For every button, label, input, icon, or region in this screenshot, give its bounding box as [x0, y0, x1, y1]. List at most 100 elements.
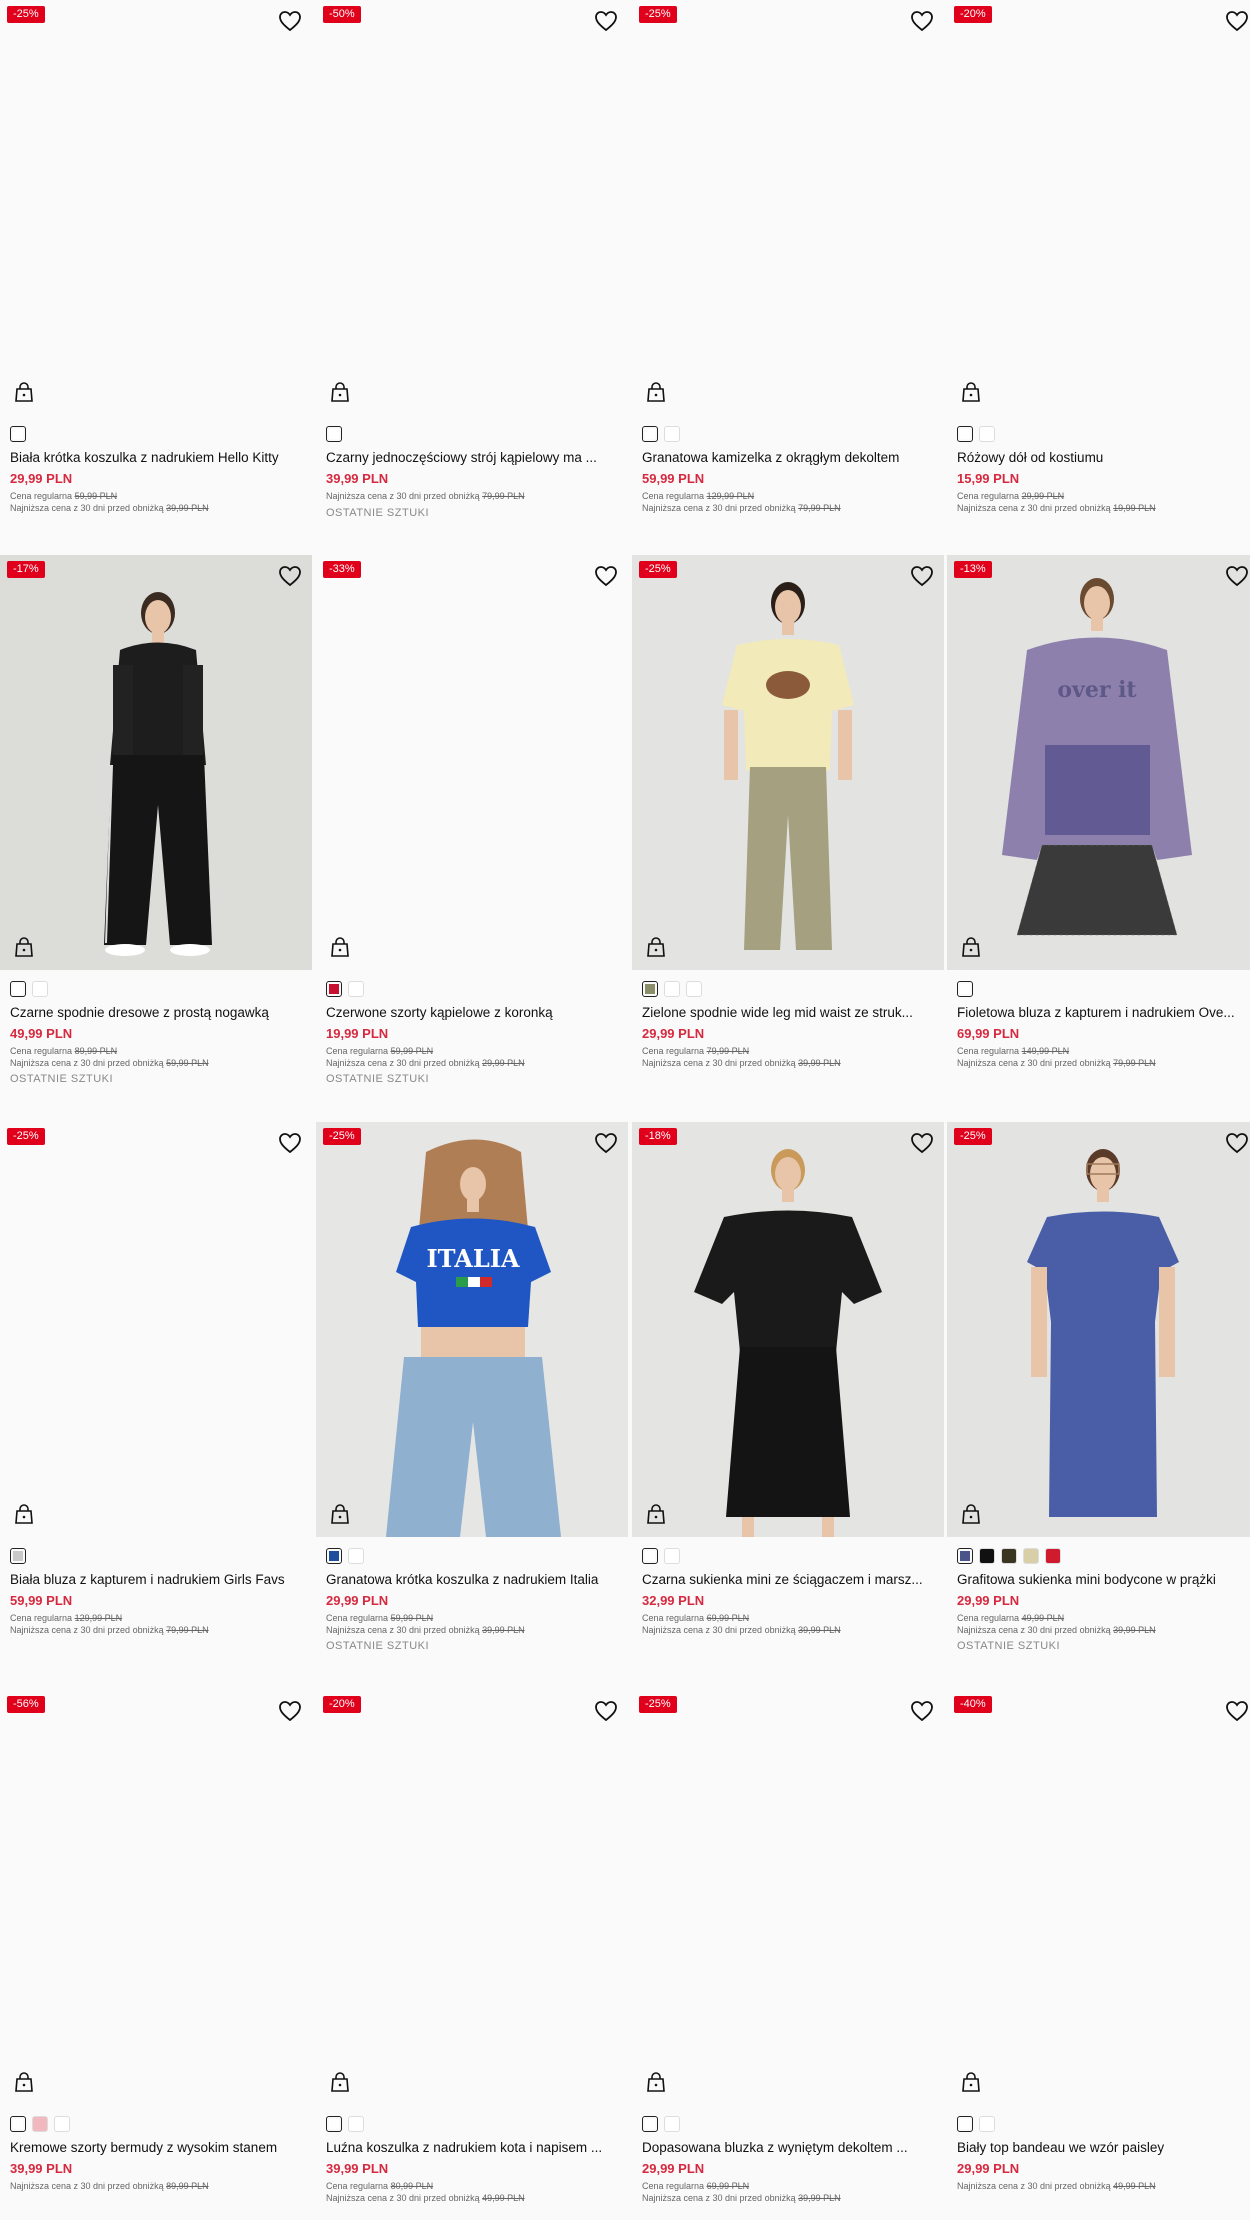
shopping-bag-icon[interactable] [330, 381, 350, 403]
color-swatch[interactable] [686, 981, 702, 997]
product-title[interactable]: Czarne spodnie dresowe z prostą nogawką [10, 1004, 308, 1021]
shopping-bag-icon[interactable] [330, 1503, 350, 1525]
color-swatch[interactable] [1023, 1548, 1039, 1564]
product-card[interactable]: -33% Czerwone szorty kąpielowe z koronką 1… [316, 555, 628, 1085]
product-image[interactable]: -25% [632, 0, 944, 415]
product-title[interactable]: Biała bluza z kapturem i nadrukiem Girls… [10, 1571, 308, 1588]
heart-icon[interactable] [1225, 10, 1249, 32]
product-title[interactable]: Dopasowana bluzka z wyniętym dekoltem ..… [642, 2139, 940, 2156]
product-title[interactable]: Fioletowa bluza z kapturem i nadrukiem O… [957, 1004, 1250, 1021]
product-title[interactable]: Granatowa krótka koszulka z nadrukiem It… [326, 1571, 624, 1588]
heart-icon[interactable] [594, 1700, 618, 1722]
product-title[interactable]: Biała krótka koszulka z nadrukiem Hello … [10, 449, 308, 466]
heart-icon[interactable] [594, 565, 618, 587]
color-swatch[interactable] [54, 2116, 70, 2132]
heart-icon[interactable] [278, 1132, 302, 1154]
color-swatch[interactable] [10, 981, 26, 997]
color-swatch[interactable] [326, 981, 342, 997]
color-swatch[interactable] [979, 426, 995, 442]
color-swatch[interactable] [957, 981, 973, 997]
product-card[interactable]: -25% Granatowa kamizelka z okrągłym dekol… [632, 0, 944, 513]
color-swatch[interactable] [957, 2116, 973, 2132]
color-swatch[interactable] [642, 1548, 658, 1564]
color-swatch[interactable] [10, 426, 26, 442]
product-image[interactable]: -17% [0, 555, 312, 970]
heart-icon[interactable] [278, 565, 302, 587]
shopping-bag-icon[interactable] [14, 2071, 34, 2093]
heart-icon[interactable] [910, 565, 934, 587]
product-image[interactable]: -25% [632, 1690, 944, 2105]
color-swatch[interactable] [664, 981, 680, 997]
product-title[interactable]: Czarna sukienka mini ze ściągaczem i mar… [642, 1571, 940, 1588]
shopping-bag-icon[interactable] [961, 2071, 981, 2093]
shopping-bag-icon[interactable] [14, 381, 34, 403]
product-image[interactable]: -20% [947, 0, 1250, 415]
product-image[interactable]: -56% [0, 1690, 312, 2105]
heart-icon[interactable] [1225, 1132, 1249, 1154]
product-card[interactable]: -20% Luźna koszulka z nadrukiem kota i na… [316, 1690, 628, 2203]
product-card[interactable]: -25% Grafitowa sukienka mini bodycone w p… [947, 1122, 1250, 1652]
heart-icon[interactable] [1225, 565, 1249, 587]
color-swatch[interactable] [642, 2116, 658, 2132]
heart-icon[interactable] [594, 10, 618, 32]
color-swatch[interactable] [664, 426, 680, 442]
color-swatch[interactable] [348, 1548, 364, 1564]
product-title[interactable]: Grafitowa sukienka mini bodycone w prążk… [957, 1571, 1250, 1588]
product-image[interactable]: -50% [316, 0, 628, 415]
color-swatch[interactable] [10, 2116, 26, 2132]
product-card[interactable]: -25% Zielone spodnie wide leg mid waist z… [632, 555, 944, 1068]
product-image[interactable]: -40% [947, 1690, 1250, 2105]
color-swatch[interactable] [348, 981, 364, 997]
product-image[interactable]: over it -13% [947, 555, 1250, 970]
product-title[interactable]: Czerwone szorty kąpielowe z koronką [326, 1004, 624, 1021]
shopping-bag-icon[interactable] [14, 936, 34, 958]
product-card[interactable]: -25% Dopasowana bluzka z wyniętym dekolte… [632, 1690, 944, 2203]
product-title[interactable]: Biały top bandeau we wzór paisley [957, 2139, 1250, 2156]
heart-icon[interactable] [278, 10, 302, 32]
color-swatch[interactable] [326, 1548, 342, 1564]
color-swatch[interactable] [1045, 1548, 1061, 1564]
product-card[interactable]: -25% Biała krótka koszulka z nadrukiem He… [0, 0, 312, 513]
product-title[interactable]: Różowy dół od kostiumu [957, 449, 1250, 466]
shopping-bag-icon[interactable] [961, 381, 981, 403]
product-card[interactable]: -50% Czarny jednoczęściowy strój kąpielow… [316, 0, 628, 519]
shopping-bag-icon[interactable] [14, 1503, 34, 1525]
shopping-bag-icon[interactable] [330, 936, 350, 958]
product-card[interactable]: ITALIA -25% Granatowa krótka koszulka z na… [316, 1122, 628, 1652]
color-swatch[interactable] [957, 1548, 973, 1564]
product-title[interactable]: Granatowa kamizelka z okrągłym dekoltem [642, 449, 940, 466]
shopping-bag-icon[interactable] [961, 936, 981, 958]
product-image[interactable]: -25% [947, 1122, 1250, 1537]
color-swatch[interactable] [32, 981, 48, 997]
product-card[interactable]: -40% Biały top bandeau we wzór paisley 29,… [947, 1690, 1250, 2191]
product-image[interactable]: -20% [316, 1690, 628, 2105]
color-swatch[interactable] [642, 426, 658, 442]
product-title[interactable]: Luźna koszulka z nadrukiem kota i napise… [326, 2139, 624, 2156]
color-swatch[interactable] [32, 2116, 48, 2132]
color-swatch[interactable] [642, 981, 658, 997]
product-image[interactable]: -25% [0, 1122, 312, 1537]
product-title[interactable]: Zielone spodnie wide leg mid waist ze st… [642, 1004, 940, 1021]
heart-icon[interactable] [278, 1700, 302, 1722]
product-title[interactable]: Kremowe szorty bermudy z wysokim stanem [10, 2139, 308, 2156]
heart-icon[interactable] [910, 1700, 934, 1722]
product-card[interactable]: -56% Kremowe szorty bermudy z wysokim sta… [0, 1690, 312, 2191]
shopping-bag-icon[interactable] [961, 1503, 981, 1525]
product-card[interactable]: -25% Biała bluza z kapturem i nadrukiem G… [0, 1122, 312, 1635]
shopping-bag-icon[interactable] [646, 1503, 666, 1525]
heart-icon[interactable] [910, 1132, 934, 1154]
color-swatch[interactable] [979, 1548, 995, 1564]
color-swatch[interactable] [326, 426, 342, 442]
product-image[interactable]: ITALIA -25% [316, 1122, 628, 1537]
color-swatch[interactable] [1001, 1548, 1017, 1564]
product-image[interactable]: -25% [0, 0, 312, 415]
product-card[interactable]: -20% Różowy dół od kostiumu 15,99 PLN Cena … [947, 0, 1250, 513]
shopping-bag-icon[interactable] [330, 2071, 350, 2093]
product-card[interactable]: -17% Czarne spodnie dresowe z prostą noga… [0, 555, 312, 1085]
color-swatch[interactable] [348, 2116, 364, 2132]
product-card[interactable]: over it -13% Fioletowa bluza z kapturem i … [947, 555, 1250, 1068]
color-swatch[interactable] [326, 2116, 342, 2132]
product-image[interactable]: -25% [632, 555, 944, 970]
shopping-bag-icon[interactable] [646, 936, 666, 958]
color-swatch[interactable] [979, 2116, 995, 2132]
